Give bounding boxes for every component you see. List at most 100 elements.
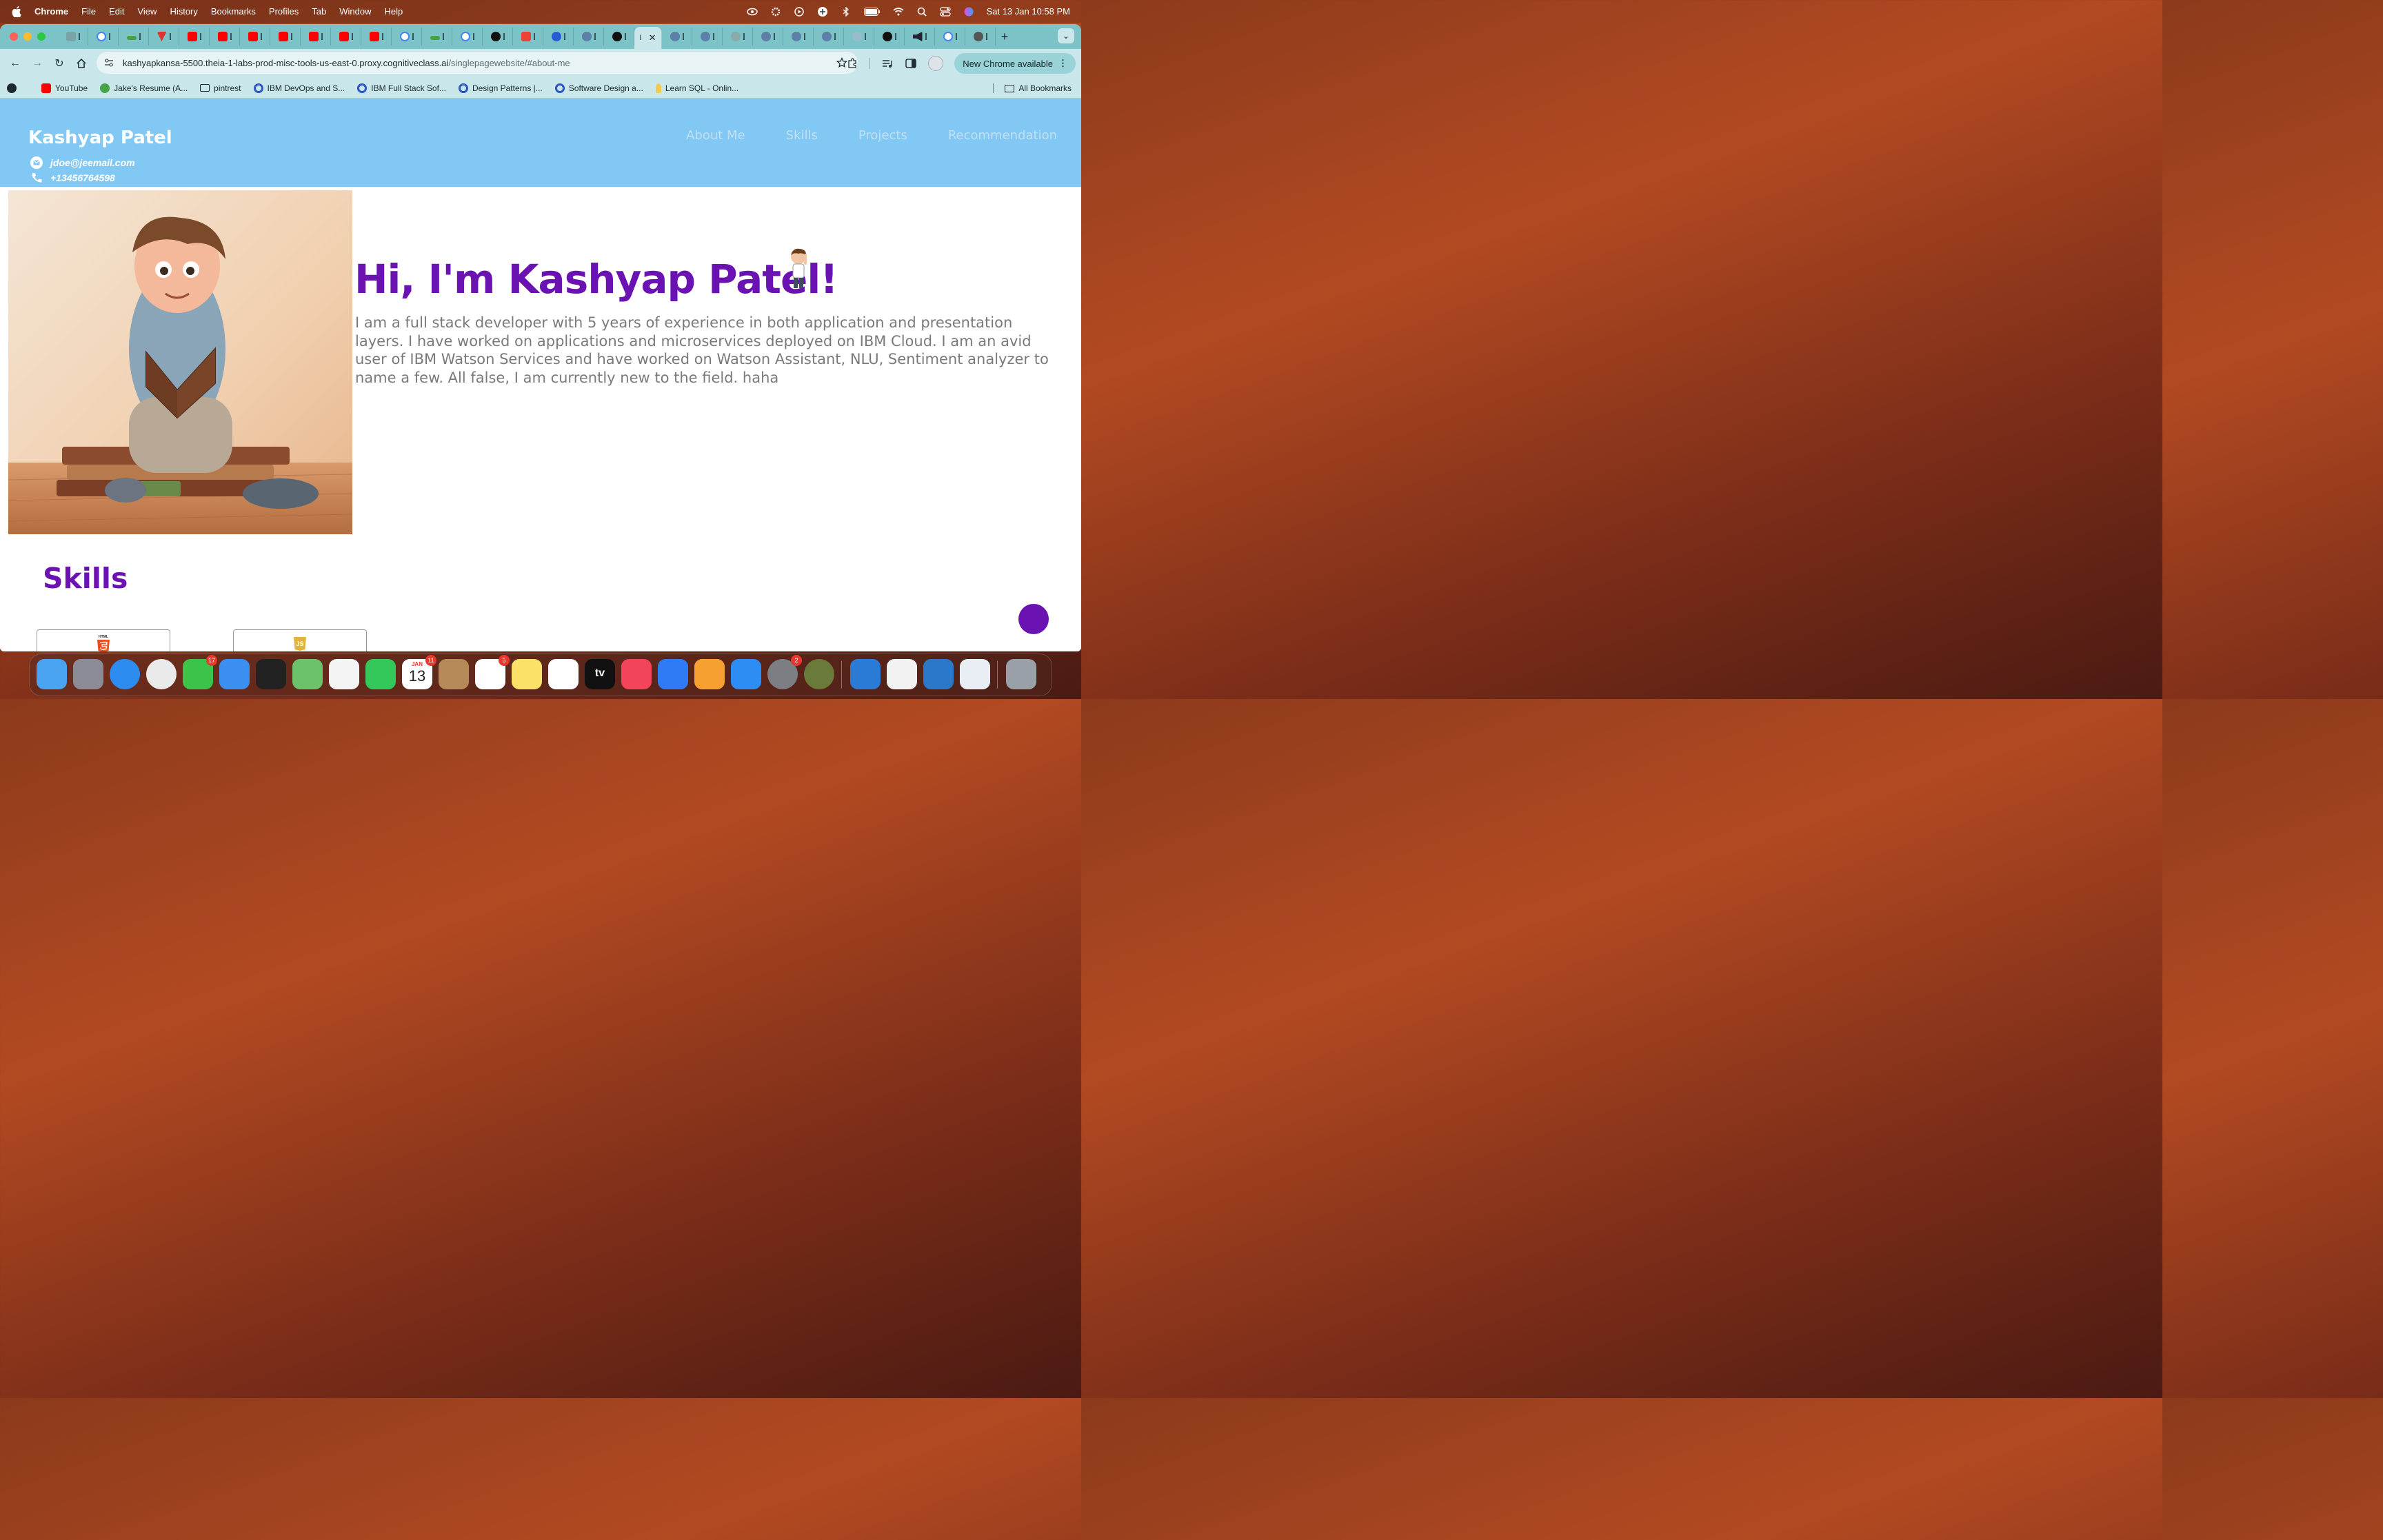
- browser-tab[interactable]: [844, 28, 874, 45]
- dock-reminders-icon[interactable]: 5: [475, 655, 510, 689]
- dock-messages-icon[interactable]: 17: [183, 655, 217, 689]
- browser-tab[interactable]: [692, 28, 723, 45]
- dock-contacts-icon[interactable]: [439, 659, 469, 689]
- skill-card-javascript[interactable]: JS: [233, 629, 367, 651]
- apple-menu-icon[interactable]: [11, 6, 22, 17]
- browser-tab[interactable]: [723, 28, 753, 45]
- browser-tab[interactable]: [814, 28, 844, 45]
- control-center-icon[interactable]: [939, 6, 951, 17]
- browser-tab[interactable]: [210, 28, 240, 45]
- menu-bookmarks[interactable]: Bookmarks: [211, 6, 256, 17]
- browser-tab[interactable]: [179, 28, 210, 45]
- browser-tab[interactable]: [58, 28, 88, 45]
- dock-maps-icon[interactable]: [292, 659, 323, 689]
- browser-tab[interactable]: [604, 28, 634, 45]
- reload-icon[interactable]: ↻: [52, 57, 66, 70]
- browser-tab[interactable]: [270, 28, 301, 45]
- browser-tab[interactable]: [483, 28, 513, 45]
- site-info-icon[interactable]: [103, 57, 114, 68]
- dock-calendar-icon[interactable]: JAN 13 11: [402, 655, 436, 689]
- bookmark-item[interactable]: Jake's Resume (A...: [100, 83, 188, 93]
- media-queue-icon[interactable]: [881, 57, 894, 70]
- browser-tab[interactable]: [301, 28, 331, 45]
- new-tab-plus-icon[interactable]: +: [996, 30, 1014, 44]
- browser-tab[interactable]: [513, 28, 543, 45]
- browser-tab[interactable]: [662, 28, 692, 45]
- side-panel-icon[interactable]: [905, 57, 917, 70]
- floating-action-button[interactable]: [1018, 604, 1049, 634]
- siri-icon[interactable]: [963, 7, 974, 17]
- zoom-window-button[interactable]: [37, 32, 46, 41]
- browser-tab[interactable]: [905, 28, 935, 45]
- menu-help[interactable]: Help: [385, 6, 403, 17]
- dock-system-settings-icon[interactable]: 2: [767, 655, 802, 689]
- bookmark-item[interactable]: Learn SQL - Onlin...: [655, 83, 738, 93]
- kebab-menu-icon[interactable]: ⋮: [1058, 58, 1067, 69]
- browser-tab[interactable]: [422, 28, 452, 45]
- dock-finder-icon[interactable]: [37, 659, 67, 689]
- dock-mail-icon[interactable]: [219, 659, 250, 689]
- menu-history[interactable]: History: [170, 6, 197, 17]
- browser-tab[interactable]: [88, 28, 119, 45]
- extensions-puzzle-icon[interactable]: [846, 57, 858, 70]
- close-window-button[interactable]: [10, 32, 18, 41]
- browser-tab[interactable]: [753, 28, 783, 45]
- browser-tab[interactable]: [965, 28, 996, 45]
- active-browser-tab[interactable]: I ✕: [634, 27, 662, 49]
- browser-tab[interactable]: [783, 28, 814, 45]
- browser-tab[interactable]: [331, 28, 361, 45]
- dock-trash-icon[interactable]: [1006, 659, 1036, 689]
- nav-about-me[interactable]: About Me: [686, 128, 745, 143]
- contact-phone[interactable]: +13456764598: [30, 172, 115, 184]
- browser-tab[interactable]: [935, 28, 965, 45]
- minimize-window-button[interactable]: [23, 32, 32, 41]
- menu-window[interactable]: Window: [339, 6, 371, 17]
- dock-facetime-icon[interactable]: [365, 659, 396, 689]
- browser-tab[interactable]: [874, 28, 905, 45]
- tab-search-chevron-icon[interactable]: ⌄: [1058, 28, 1074, 43]
- dock-keynote-icon[interactable]: [658, 659, 688, 689]
- bookmark-apps[interactable]: [7, 83, 29, 93]
- menu-edit[interactable]: Edit: [109, 6, 124, 17]
- new-chrome-available-button[interactable]: New Chrome available ⋮: [954, 53, 1076, 74]
- nav-skills[interactable]: Skills: [786, 128, 818, 143]
- spotlight-search-icon[interactable]: [916, 7, 927, 17]
- dock-terminal-icon[interactable]: [256, 659, 286, 689]
- dock-freeform-icon[interactable]: [548, 659, 579, 689]
- close-tab-icon[interactable]: ✕: [649, 32, 656, 43]
- browser-tab[interactable]: [240, 28, 270, 45]
- eye-status-icon[interactable]: [746, 7, 758, 17]
- bookmark-item[interactable]: Design Patterns |...: [458, 83, 543, 93]
- dock-chrome-icon[interactable]: [146, 659, 177, 689]
- browser-tab[interactable]: [543, 28, 574, 45]
- all-bookmarks-button[interactable]: All Bookmarks: [993, 78, 1072, 99]
- home-icon[interactable]: [74, 57, 88, 70]
- battery-icon[interactable]: [863, 7, 881, 17]
- browser-tab[interactable]: [452, 28, 483, 45]
- forward-arrow-icon[interactable]: →: [30, 57, 44, 70]
- bookmark-item[interactable]: YouTube: [41, 83, 88, 93]
- contact-email[interactable]: jdoe@jeemail.com: [30, 156, 135, 169]
- bluetooth-icon[interactable]: [841, 6, 852, 17]
- bookmark-item[interactable]: Software Design a...: [554, 83, 643, 93]
- dock-pages-icon[interactable]: [694, 659, 725, 689]
- browser-tab[interactable]: [149, 28, 179, 45]
- dock-wireshark-icon[interactable]: [923, 659, 954, 689]
- menu-tab[interactable]: Tab: [312, 6, 326, 17]
- bookmark-item[interactable]: IBM Full Stack Sof...: [357, 83, 446, 93]
- bookmark-item[interactable]: IBM DevOps and S...: [253, 83, 345, 93]
- dock-safari-icon[interactable]: [110, 659, 140, 689]
- browser-tab[interactable]: [392, 28, 422, 45]
- dock-textedit-icon[interactable]: [887, 659, 917, 689]
- menu-app-name[interactable]: Chrome: [34, 6, 68, 17]
- dock-app-store-icon[interactable]: [731, 659, 761, 689]
- dock-apple-tv-icon[interactable]: tv: [585, 659, 615, 689]
- skill-card-html[interactable]: HTML: [37, 629, 170, 651]
- gear-status-icon[interactable]: [770, 7, 781, 17]
- nav-recommendation[interactable]: Recommendation: [948, 128, 1057, 143]
- vpn-status-icon[interactable]: [817, 6, 828, 17]
- play-status-icon[interactable]: [794, 6, 805, 17]
- back-arrow-icon[interactable]: ←: [8, 57, 22, 70]
- profile-avatar[interactable]: [928, 56, 944, 71]
- menu-profiles[interactable]: Profiles: [269, 6, 299, 17]
